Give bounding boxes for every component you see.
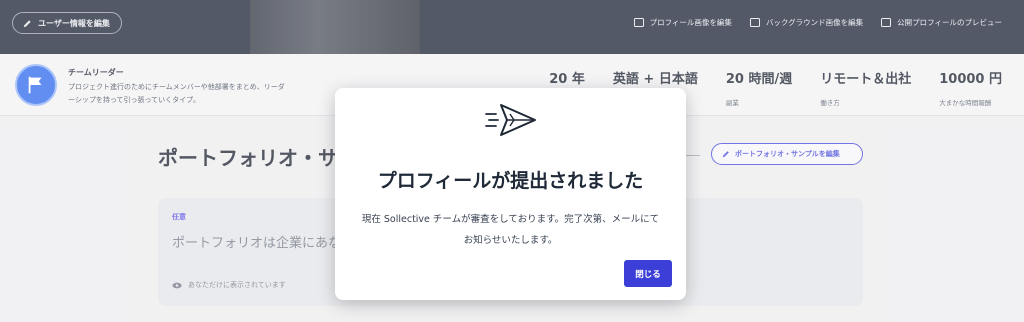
modal-title: プロフィールが提出されました — [377, 170, 644, 192]
send-icon — [485, 104, 536, 136]
close-button[interactable]: 閉じる — [624, 260, 672, 287]
modal-message: 現在 Sollective チームが審査をしております。完了次第、メールにてお知… — [361, 214, 660, 246]
submission-modal: プロフィールが提出されました 現在 Sollective チームが審査をしており… — [335, 88, 686, 300]
